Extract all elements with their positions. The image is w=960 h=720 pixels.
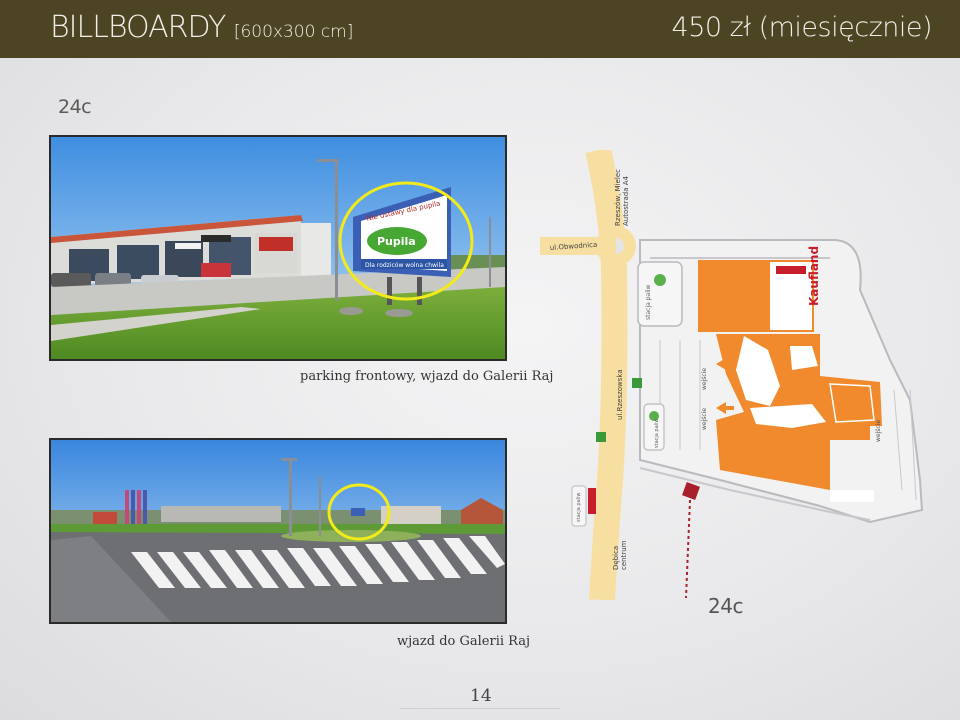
map-fuel-1: stacja paliw bbox=[645, 284, 652, 320]
map-fuel-3: stacja paliw bbox=[576, 492, 582, 522]
site-map: stacja paliw Kaufland wejście wejście we… bbox=[540, 150, 924, 600]
map-direction-bottom-1: Dębica bbox=[612, 546, 620, 570]
location-code: 24c bbox=[58, 96, 92, 118]
map-entrance-1: wejście bbox=[701, 368, 708, 390]
title-text: BILLBOARDY bbox=[50, 10, 226, 45]
photo-caption-2: wjazd do Galerii Raj bbox=[397, 634, 531, 649]
size-note: [600x300 cm] bbox=[233, 22, 354, 42]
map-direction-top-1: Rzeszów, Mielec bbox=[614, 169, 622, 226]
map-direction-top-2: Autostrada A4 bbox=[622, 175, 630, 226]
header-bar: BILLBOARDY [600x300 cm] 450 zł (miesięcz… bbox=[0, 0, 960, 58]
photo-caption-1: parking frontowy, wjazd do Galerii Raj bbox=[300, 369, 554, 384]
map-billboard-label: 24c bbox=[708, 594, 743, 618]
page-separator bbox=[400, 708, 560, 709]
map-direction-bottom-2: centrum bbox=[620, 540, 628, 570]
photo-entrance-road bbox=[49, 438, 507, 624]
map-entrance-3: wejście bbox=[875, 420, 882, 442]
map-entrance-2: wejście bbox=[701, 408, 708, 430]
price-label: 450 zł (miesięcznie) bbox=[671, 12, 933, 43]
billboard-tagline: Dla rodziców wolna chwila bbox=[365, 262, 444, 269]
map-street-rzeszowska: ul.Rzeszowska bbox=[616, 369, 624, 420]
map-fuel-2: stacja paliw bbox=[654, 418, 660, 448]
billboard-brand: Pupila bbox=[377, 235, 416, 248]
photo-front-parking: Nie ustawy dla pupila Pupila Dla rodzicó… bbox=[49, 135, 507, 361]
billboard-marker bbox=[682, 482, 700, 500]
page-number: 14 bbox=[470, 686, 492, 706]
map-store-kaufland: Kaufland bbox=[807, 246, 821, 306]
page-title: BILLBOARDY [600x300 cm] bbox=[50, 10, 353, 45]
